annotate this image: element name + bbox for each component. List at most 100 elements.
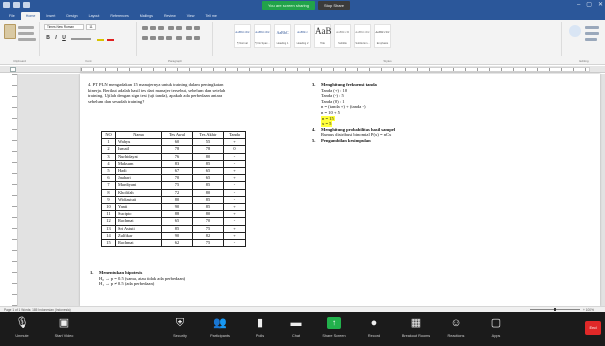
breakout-rooms-button[interactable]: ▦ Breakout Rooms bbox=[396, 316, 436, 338]
table-row: 6 Jauhari 70 65 + bbox=[101, 174, 246, 183]
decrease-indent-icon[interactable] bbox=[168, 26, 174, 30]
polls-button[interactable]: ▮ Polls bbox=[240, 316, 280, 338]
unmute-button[interactable]: 🎙 Unmute bbox=[2, 316, 42, 338]
cell-tes-awal: 72 bbox=[161, 188, 193, 197]
change-styles-icon[interactable] bbox=[569, 25, 581, 37]
table-row: 8 Kholifah 72 80- bbox=[101, 188, 246, 197]
replace-button[interactable] bbox=[585, 32, 599, 35]
tab-review[interactable]: Review bbox=[159, 12, 181, 20]
paste-icon[interactable] bbox=[4, 24, 16, 39]
show-formatting-icon[interactable] bbox=[194, 26, 200, 30]
select-button[interactable] bbox=[585, 38, 597, 41]
chat-button[interactable]: ▬ Chat bbox=[276, 316, 316, 338]
cell-tes-awal: 83 bbox=[161, 159, 193, 169]
tab-insert[interactable]: Insert bbox=[41, 12, 60, 20]
align-center-icon[interactable] bbox=[150, 36, 156, 40]
polls-icon: ▮ bbox=[256, 317, 264, 329]
justify-icon[interactable] bbox=[166, 36, 172, 40]
cell-tes-awal: 85 bbox=[161, 224, 193, 233]
underline-button[interactable]: U bbox=[61, 35, 67, 41]
line-spacing-icon[interactable] bbox=[176, 36, 182, 40]
share-screen-button[interactable]: ↑ Share Screen bbox=[314, 316, 354, 338]
save-icon[interactable] bbox=[3, 2, 10, 8]
maximize-icon[interactable]: ▢ bbox=[586, 1, 592, 10]
editing-group: Editing bbox=[563, 22, 605, 63]
cell-nama: Sri Astuti bbox=[115, 224, 162, 233]
tab-selector[interactable] bbox=[10, 67, 16, 72]
bold-button[interactable]: B bbox=[45, 35, 51, 41]
style-emphasis[interactable]: AaBbCcDc Emphasis bbox=[374, 24, 391, 48]
shading-icon[interactable] bbox=[186, 36, 192, 40]
cell-tes-awal: 80 bbox=[161, 195, 193, 205]
record-icon: ● bbox=[370, 317, 378, 329]
close-icon[interactable]: ✕ bbox=[598, 1, 603, 10]
strikethrough-subscript-buttons[interactable] bbox=[71, 38, 91, 40]
style-name: ¶ No Spac... bbox=[255, 42, 270, 45]
multilevel-list-icon[interactable] bbox=[158, 26, 164, 30]
horizontal-ruler[interactable] bbox=[0, 66, 605, 73]
align-left-icon[interactable] bbox=[142, 36, 148, 40]
undo-icon[interactable] bbox=[13, 2, 20, 8]
stop-share-button[interactable]: Stop Share bbox=[318, 1, 351, 10]
copy-button[interactable] bbox=[18, 32, 34, 35]
style-heading-2[interactable]: AaBbCc Heading 2 bbox=[294, 24, 311, 48]
cut-button[interactable] bbox=[18, 26, 34, 29]
document-area[interactable]: 4. PT PLN mengadakan 15 manajernya untuk… bbox=[18, 74, 605, 306]
tab-layout[interactable]: Layout bbox=[84, 12, 105, 20]
paragraph-group: Paragraph bbox=[138, 22, 213, 63]
cell-tes-akhir: 82 bbox=[192, 231, 224, 241]
section-number: 3. bbox=[312, 82, 316, 87]
reactions-button[interactable]: ☺ Reactions bbox=[436, 316, 476, 338]
end-meeting-button[interactable]: End bbox=[585, 321, 601, 335]
record-button[interactable]: ● Record bbox=[354, 316, 394, 338]
cell-nama: Zulfikar bbox=[115, 231, 162, 241]
style-title[interactable]: AaB Title bbox=[314, 24, 332, 48]
numbering-icon[interactable] bbox=[150, 26, 156, 30]
style-heading-1[interactable]: AaBbC Heading 1 bbox=[274, 24, 291, 48]
share-status: You are screen sharing bbox=[262, 1, 315, 10]
tab-design[interactable]: Design bbox=[61, 12, 82, 20]
section-number: 4. bbox=[312, 126, 316, 132]
redo-icon[interactable] bbox=[23, 2, 30, 8]
align-right-icon[interactable] bbox=[158, 36, 164, 40]
breakout-rooms-icon: ▦ bbox=[410, 317, 422, 329]
zoom-thumb[interactable] bbox=[554, 308, 556, 311]
tell-me-search[interactable]: Tell me bbox=[200, 12, 221, 20]
participants-button[interactable]: 👥 Participants bbox=[200, 316, 240, 338]
tab-home[interactable]: Home bbox=[20, 12, 41, 20]
borders-icon[interactable] bbox=[194, 36, 200, 40]
font-size-select[interactable]: 11 bbox=[86, 24, 96, 30]
tab-references[interactable]: References bbox=[105, 12, 133, 20]
minimize-icon[interactable]: – bbox=[577, 1, 580, 10]
button-label: Chat bbox=[291, 334, 301, 338]
cell-no: 14 bbox=[101, 231, 116, 241]
sort-icon[interactable] bbox=[186, 26, 192, 30]
italic-button[interactable]: I bbox=[53, 35, 59, 41]
style-subtle-emphasis[interactable]: AaBbCcDc Subtle Em... bbox=[354, 24, 371, 48]
section-hypothesis: 1. Menentukan hipotesis H₀ → p = 0.5 (sam… bbox=[90, 270, 250, 287]
document-page[interactable]: 4. PT PLN mengadakan 15 manajernya untuk… bbox=[80, 74, 600, 306]
format-painter-button[interactable] bbox=[18, 38, 36, 41]
find-button[interactable] bbox=[585, 26, 599, 29]
data-table[interactable]: NO Nama Tes Awal Tes Akhir Tanda 1 Wahyu 6… bbox=[101, 130, 246, 248]
cell-tes-akhir: 75 bbox=[192, 224, 224, 233]
tab-mailings[interactable]: Mailings bbox=[135, 12, 158, 20]
font-name-select[interactable]: Times New Roman bbox=[44, 24, 84, 30]
tab-view[interactable]: View bbox=[182, 12, 200, 20]
style-subtitle[interactable]: AaBbCcD Subtitle bbox=[334, 24, 351, 48]
style-no-spacing[interactable]: AaBbCcDc ¶ No Spac... bbox=[254, 24, 271, 48]
font-color-icon[interactable] bbox=[107, 35, 114, 41]
increase-indent-icon[interactable] bbox=[176, 26, 182, 30]
tab-file[interactable]: File bbox=[4, 12, 20, 20]
group-label: Styles bbox=[383, 59, 392, 63]
apps-icon: ▢ bbox=[490, 317, 502, 329]
table-row: 11 Sucipto 88 80 + bbox=[101, 210, 246, 219]
security-button[interactable]: ⛨ Security bbox=[160, 316, 200, 338]
bullets-icon[interactable] bbox=[142, 26, 148, 30]
style-normal[interactable]: AaBbCcDc ¶ Normal bbox=[234, 24, 251, 48]
microphone-icon: 🎙 bbox=[15, 317, 29, 329]
start-video-button[interactable]: ▣ Start Video bbox=[44, 316, 84, 338]
apps-button[interactable]: ▢ Apps bbox=[476, 316, 516, 338]
title-bar: You are screen sharing Stop Share – ▢ ✕ bbox=[0, 0, 605, 11]
highlight-color-icon[interactable] bbox=[97, 35, 104, 41]
